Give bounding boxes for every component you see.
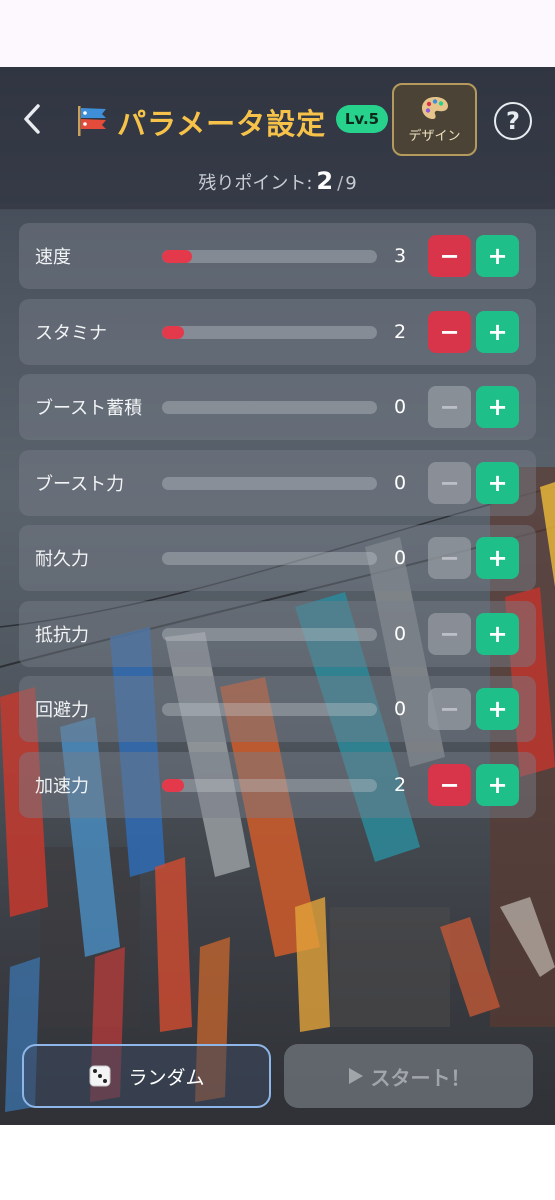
parameter-list: 速度 3 − + スタミナ 2 − + ブースト蓄積 0 − + ブースト力 0…	[19, 223, 536, 827]
param-row: 加速力 2 − +	[19, 751, 536, 818]
param-row: 回避力 0 − +	[19, 676, 536, 742]
remaining-points-total: 9	[345, 173, 357, 194]
page-title: パラメータ設定	[117, 107, 327, 141]
param-bar	[162, 325, 377, 339]
dice-icon	[89, 1065, 111, 1087]
param-decrease-button[interactable]: −	[428, 386, 471, 428]
param-value: 0	[393, 547, 407, 569]
footer-actions: ランダム スタート！	[0, 1025, 555, 1125]
param-increase-button[interactable]: +	[476, 310, 519, 353]
param-value: 0	[393, 698, 407, 720]
palette-icon	[421, 97, 448, 119]
param-decrease-button[interactable]: −	[428, 688, 471, 730]
param-label: 抵抗力	[35, 624, 89, 646]
param-increase-button[interactable]: +	[476, 461, 519, 504]
param-bar	[162, 401, 377, 414]
random-button[interactable]: ランダム	[22, 1044, 271, 1108]
param-bar-fill	[162, 778, 184, 792]
param-row: 耐久力 0 − +	[19, 525, 536, 591]
param-bar-fill	[162, 250, 193, 263]
param-label: ブースト蓄積	[35, 398, 143, 419]
bottom-area	[0, 1125, 555, 1200]
param-increase-button[interactable]: +	[476, 235, 519, 277]
param-bar	[162, 703, 377, 716]
param-increase-button[interactable]: +	[476, 537, 519, 579]
param-increase-button[interactable]: +	[476, 688, 519, 730]
remaining-points-label: 残りポイント:	[198, 173, 313, 194]
param-value: 2	[393, 320, 407, 343]
param-bar-fill	[162, 325, 184, 339]
param-increase-button[interactable]: +	[476, 386, 519, 428]
help-button[interactable]: ?	[494, 102, 532, 140]
play-icon	[348, 1068, 363, 1084]
param-label: 耐久力	[35, 549, 89, 570]
param-bar	[162, 552, 377, 565]
param-value: 0	[393, 622, 407, 645]
app-screen: パラメータ設定 Lv.5 デザイン ? 残りポイント:2/9 速度 3 − +	[0, 67, 555, 1125]
param-label: スタミナ	[35, 322, 107, 344]
param-value: 2	[393, 773, 407, 796]
help-icon: ?	[506, 107, 520, 135]
param-bar	[162, 250, 377, 263]
random-button-label: ランダム	[128, 1066, 205, 1089]
param-row: ブースト力 0 − +	[19, 449, 536, 516]
back-chevron-icon	[24, 104, 40, 134]
param-label: ブースト力	[35, 473, 125, 495]
param-increase-button[interactable]: +	[476, 763, 519, 806]
param-decrease-button[interactable]: −	[428, 235, 471, 277]
param-bar	[162, 476, 377, 490]
param-row: 抵抗力 0 − +	[19, 600, 536, 667]
param-label: 回避力	[35, 700, 89, 721]
param-decrease-button[interactable]: −	[428, 763, 471, 806]
param-value: 3	[393, 245, 407, 267]
status-strip-top	[0, 0, 555, 67]
param-row: ブースト蓄積 0 − +	[19, 374, 536, 440]
param-decrease-button[interactable]: −	[428, 461, 471, 504]
design-button-label: デザイン	[408, 129, 461, 144]
remaining-points: 残りポイント: 2/9	[0, 167, 555, 195]
param-value: 0	[393, 396, 407, 418]
param-label: 速度	[35, 247, 71, 268]
design-button[interactable]: デザイン	[392, 83, 477, 156]
param-increase-button[interactable]: +	[476, 612, 519, 655]
start-button-label: スタート！	[370, 1065, 471, 1090]
param-decrease-button[interactable]: −	[428, 310, 471, 353]
remaining-points-current: 2	[316, 167, 334, 195]
remaining-points-separator: /	[337, 173, 344, 194]
koinobori-flag-icon	[78, 106, 106, 136]
param-decrease-button[interactable]: −	[428, 537, 471, 579]
param-row: スタミナ 2 − +	[19, 298, 536, 365]
header: パラメータ設定 Lv.5 デザイン ? 残りポイント: 2/9	[0, 67, 555, 210]
start-button[interactable]: スタート！	[284, 1044, 533, 1108]
param-bar	[162, 627, 377, 641]
back-button[interactable]	[14, 99, 50, 139]
level-badge: Lv.5	[336, 105, 388, 133]
param-label: 加速力	[35, 775, 89, 797]
param-value: 0	[393, 471, 407, 494]
param-bar	[162, 778, 377, 792]
param-row: 速度 3 − +	[19, 223, 536, 289]
param-decrease-button[interactable]: −	[428, 612, 471, 655]
